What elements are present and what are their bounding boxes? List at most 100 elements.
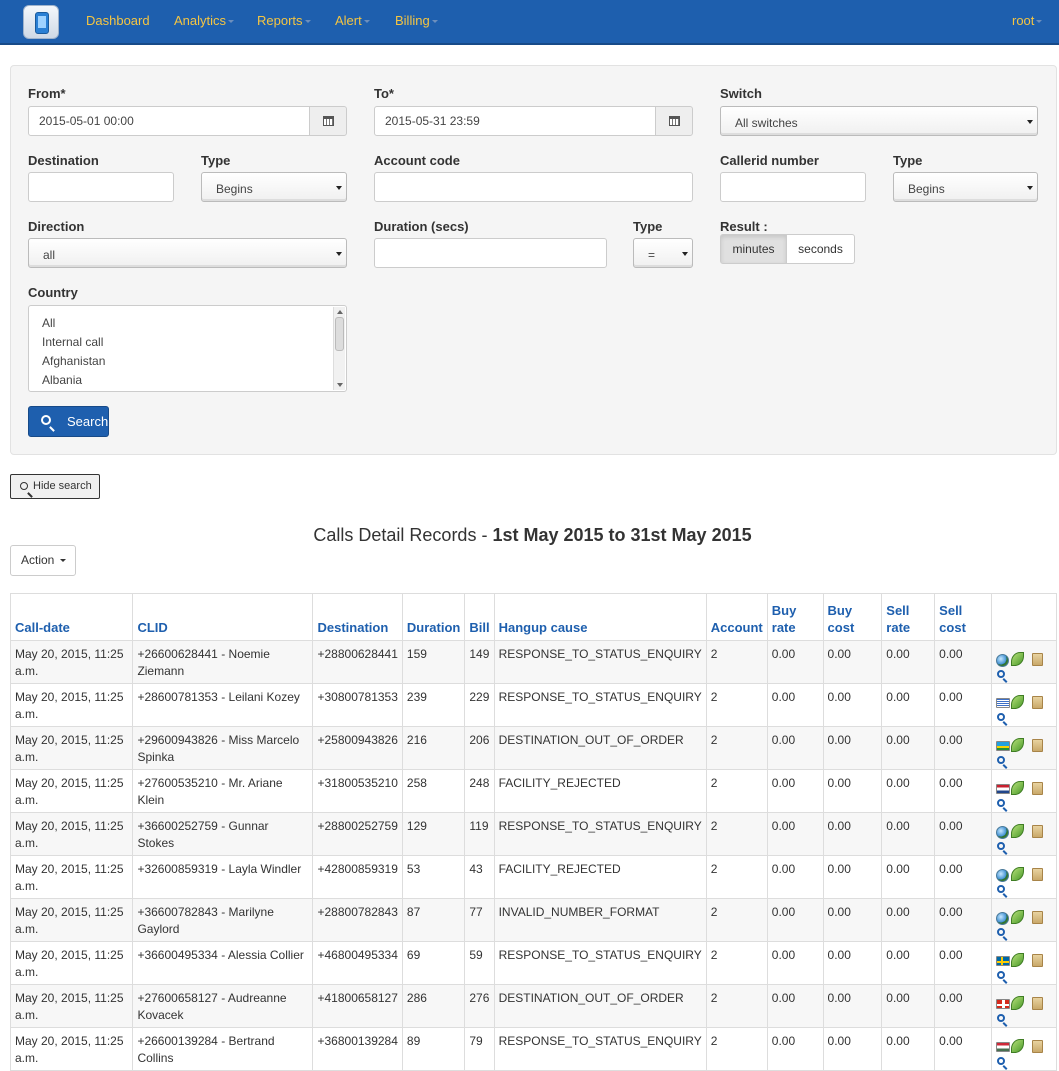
result-seconds-button[interactable]: seconds [787, 234, 855, 264]
search-icon [997, 799, 1006, 807]
leaf-icon[interactable] [1011, 996, 1025, 1010]
search-button[interactable]: Search [28, 406, 109, 437]
duration-type-select[interactable]: = [633, 238, 693, 268]
app-logo-icon[interactable] [23, 5, 59, 39]
duration-input[interactable] [374, 238, 607, 268]
document-icon[interactable] [1032, 653, 1044, 666]
col-header-bill[interactable]: Bill [464, 593, 495, 641]
globe-icon [996, 912, 1010, 925]
col-header-buy-rate[interactable]: Buy rate [766, 593, 824, 641]
cell-duration: 87 [401, 898, 466, 942]
col-header-hangup-cause[interactable]: Hangup cause [493, 593, 707, 641]
magnifier-icon[interactable] [997, 1014, 1009, 1026]
leaf-icon[interactable] [1011, 824, 1025, 838]
cell-clid: +28600781353 - Leilani Kozey [132, 683, 314, 727]
cell-duration: 69 [401, 941, 466, 985]
leaf-icon[interactable] [1011, 781, 1025, 795]
cell-account: 2 [705, 726, 768, 770]
leaf-icon[interactable] [1011, 652, 1025, 666]
cell-sell-rate: 0.00 [881, 855, 936, 899]
magnifier-icon[interactable] [997, 713, 1009, 725]
cell-duration: 53 [401, 855, 466, 899]
document-icon[interactable] [1032, 825, 1044, 838]
document-icon[interactable] [1032, 997, 1044, 1010]
leaf-icon[interactable] [1011, 953, 1025, 967]
magnifier-icon[interactable] [997, 842, 1009, 854]
cell-sell-cost: 0.00 [934, 726, 993, 770]
cell-buy-rate: 0.00 [766, 683, 824, 727]
col-header-destination[interactable]: Destination [312, 593, 403, 641]
cell-account: 2 [705, 898, 768, 942]
callerid-label: Callerid number [720, 153, 819, 168]
result-minutes-button[interactable]: minutes [720, 234, 787, 264]
leaf-icon[interactable] [1011, 695, 1025, 709]
action-dropdown-button[interactable]: Action [10, 545, 76, 576]
col-header-sell-rate[interactable]: Sell rate [881, 593, 936, 641]
country-option[interactable]: Afghanistan [42, 354, 105, 368]
nav-reports[interactable]: Reports [257, 13, 311, 28]
magnifier-icon[interactable] [997, 1057, 1009, 1069]
cell-sell-rate: 0.00 [881, 941, 936, 985]
nav-dashboard[interactable]: Dashboard [86, 13, 150, 28]
destination-type-select[interactable]: Begins [201, 172, 347, 202]
country-scrollbar[interactable] [333, 307, 345, 390]
country-option[interactable]: All [42, 316, 55, 330]
magnifier-icon[interactable] [997, 971, 1009, 983]
document-icon[interactable] [1032, 1040, 1044, 1053]
document-icon[interactable] [1032, 696, 1044, 709]
col-header-sell-cost[interactable]: Sell cost [934, 593, 993, 641]
col-header-call-date[interactable]: Call-date [9, 593, 134, 641]
from-date-input[interactable]: 2015-05-01 00:00 [28, 106, 310, 136]
document-icon[interactable] [1032, 954, 1044, 967]
search-icon [41, 415, 51, 425]
cell-account: 2 [705, 984, 768, 1028]
cell-destination: +28800782843 [312, 898, 403, 942]
cell-buy-rate: 0.00 [766, 898, 824, 942]
top-navbar: Dashboard Analytics Reports Alert Billin… [0, 0, 1059, 45]
col-header-duration[interactable]: Duration [401, 593, 466, 641]
country-option[interactable]: Internal call [42, 335, 103, 349]
magnifier-icon[interactable] [997, 670, 1009, 682]
leaf-icon[interactable] [1011, 738, 1025, 752]
col-header-clid[interactable]: CLID [132, 593, 314, 641]
leaf-icon[interactable] [1011, 867, 1025, 881]
magnifier-icon[interactable] [997, 885, 1009, 897]
leaf-icon[interactable] [1011, 910, 1025, 924]
cell-buy-cost: 0.00 [822, 683, 883, 727]
duration-label: Duration (secs) [374, 219, 469, 234]
cell-buy-rate: 0.00 [766, 812, 824, 856]
cell-buy-cost: 0.00 [822, 941, 883, 985]
direction-label: Direction [28, 219, 85, 234]
document-icon[interactable] [1032, 868, 1044, 881]
account-code-input[interactable] [374, 172, 693, 202]
callerid-type-select[interactable]: Begins [893, 172, 1038, 202]
scroll-down-icon[interactable] [337, 383, 343, 387]
to-calendar-button[interactable] [655, 106, 693, 136]
cell-date: May 20, 2015, 11:25 a.m. [9, 855, 134, 899]
scroll-thumb[interactable] [335, 317, 344, 351]
dropdown-arrow-icon [336, 186, 342, 190]
user-menu[interactable]: root [1012, 13, 1043, 28]
magnifier-icon[interactable] [997, 756, 1009, 768]
leaf-icon[interactable] [1011, 1039, 1025, 1053]
to-date-input[interactable]: 2015-05-31 23:59 [374, 106, 656, 136]
callerid-input[interactable] [720, 172, 866, 202]
country-option[interactable]: Albania [42, 373, 82, 387]
document-icon[interactable] [1032, 911, 1044, 924]
magnifier-icon[interactable] [997, 928, 1009, 940]
country-listbox[interactable]: All Internal call Afghanistan Albania [28, 305, 347, 392]
switch-select[interactable]: All switches [720, 106, 1038, 136]
direction-select[interactable]: all [28, 238, 347, 268]
document-icon[interactable] [1032, 782, 1044, 795]
scroll-up-icon[interactable] [337, 310, 343, 314]
nav-alert[interactable]: Alert [335, 13, 370, 28]
magnifier-icon[interactable] [997, 799, 1009, 811]
nav-billing[interactable]: Billing [395, 13, 438, 28]
col-header-account[interactable]: Account [705, 593, 768, 641]
nav-analytics[interactable]: Analytics [174, 13, 235, 28]
destination-input[interactable] [28, 172, 174, 202]
hide-search-button[interactable]: Hide search [10, 474, 100, 499]
from-calendar-button[interactable] [309, 106, 347, 136]
col-header-buy-cost[interactable]: Buy cost [822, 593, 883, 641]
document-icon[interactable] [1032, 739, 1044, 752]
